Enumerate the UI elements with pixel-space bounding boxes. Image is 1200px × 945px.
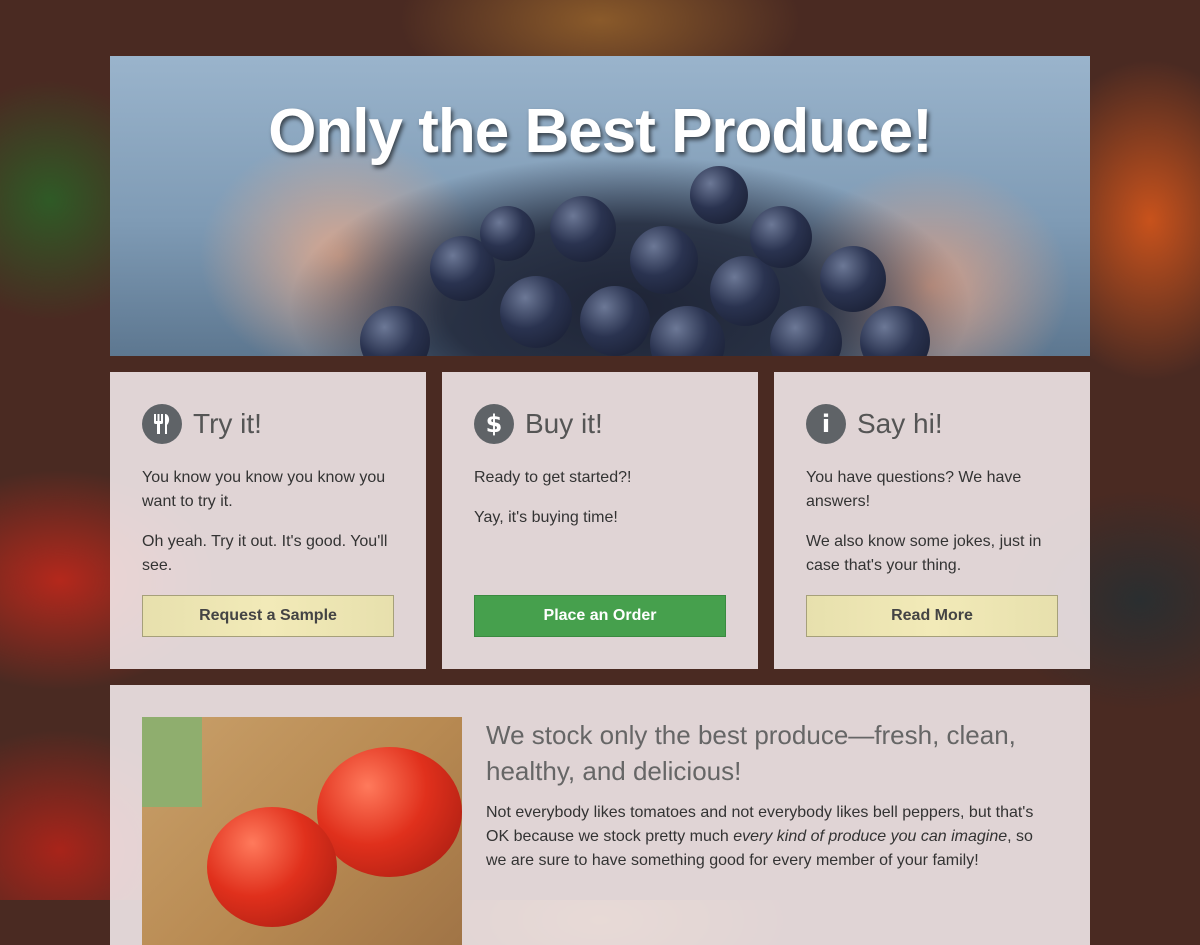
grape-decoration	[770, 306, 842, 356]
card-say-hi: i Say hi! You have questions? We have an…	[774, 372, 1090, 669]
card-text: You know you know you know you want to t…	[142, 469, 386, 510]
card-row: Try it! You know you know you know you w…	[110, 372, 1090, 669]
hero-title: Only the Best Produce!	[268, 97, 933, 166]
cloth-decoration	[142, 717, 202, 807]
card-header: Try it!	[142, 404, 394, 444]
feature-heading: We stock only the best produce—fresh, cl…	[486, 720, 1016, 786]
card-buy-it: $ Buy it! Ready to get started?! Yay, it…	[442, 372, 758, 669]
info-icon: i	[806, 404, 846, 444]
grape-decoration	[500, 276, 572, 348]
page-container: Only the Best Produce! Try it! You know …	[110, 56, 1090, 945]
read-more-button[interactable]: Read More	[806, 595, 1058, 637]
grape-decoration	[550, 196, 616, 262]
grape-decoration	[820, 246, 886, 312]
place-order-button[interactable]: Place an Order	[474, 595, 726, 637]
grape-decoration	[860, 306, 930, 356]
card-title: Buy it!	[525, 408, 603, 439]
grape-decoration	[750, 206, 812, 268]
request-sample-button[interactable]: Request a Sample	[142, 595, 394, 637]
hero-banner: Only the Best Produce!	[110, 56, 1090, 356]
card-header: i Say hi!	[806, 404, 1058, 444]
grape-decoration	[710, 256, 780, 326]
card-text: Ready to get started?!	[474, 469, 632, 486]
feature-body-emphasis: every kind of produce you can imagine	[733, 828, 1008, 845]
tomatoes-image	[142, 717, 462, 945]
card-header: $ Buy it!	[474, 404, 726, 444]
grape-decoration	[630, 226, 698, 294]
grape-decoration	[690, 166, 748, 224]
dollar-icon: $	[474, 404, 514, 444]
tomato-decoration	[207, 807, 337, 927]
grape-decoration	[480, 206, 535, 261]
card-title: Try it!	[193, 408, 262, 439]
card-text: Yay, it's buying time!	[474, 509, 618, 526]
card-title: Say hi!	[857, 408, 943, 439]
card-text: Oh yeah. Try it out. It's good. You'll s…	[142, 533, 388, 574]
card-text: We also know some jokes, just in case th…	[806, 533, 1042, 574]
card-text: You have questions? We have answers!	[806, 469, 1022, 510]
grape-decoration	[580, 286, 650, 356]
feature-text: We stock only the best produce—fresh, cl…	[486, 717, 1056, 873]
grape-decoration	[360, 306, 430, 356]
feature-body: Not everybody likes tomatoes and not eve…	[486, 801, 1056, 873]
card-try-it: Try it! You know you know you know you w…	[110, 372, 426, 669]
fork-knife-icon	[142, 404, 182, 444]
grape-decoration	[650, 306, 725, 356]
tomato-decoration	[317, 747, 462, 877]
feature-section: We stock only the best produce—fresh, cl…	[110, 685, 1090, 945]
